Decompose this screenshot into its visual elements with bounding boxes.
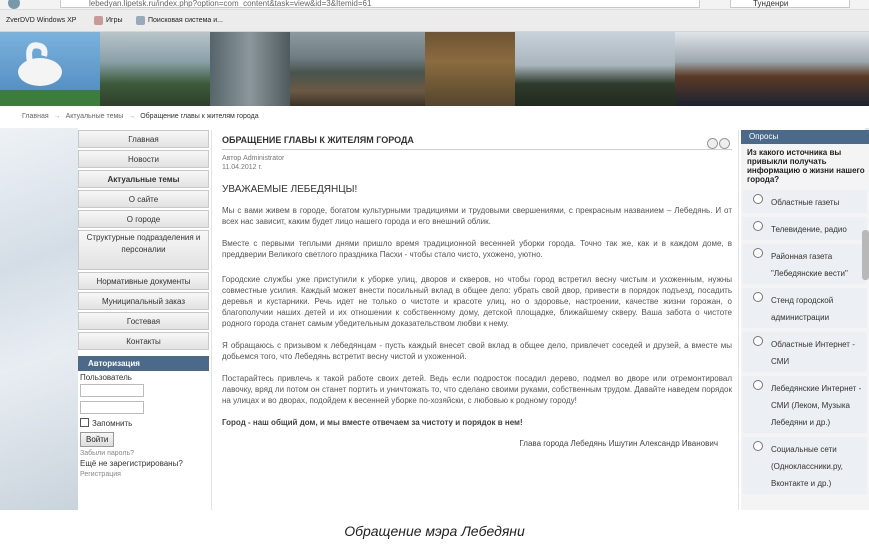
poll-option[interactable]: Областные Интернет - СМИ xyxy=(743,332,867,372)
password-input[interactable] xyxy=(80,401,144,414)
breadcrumb-section[interactable]: Актуальные темы xyxy=(66,113,124,120)
article-tools xyxy=(706,136,730,154)
banner-photo-park xyxy=(100,32,210,106)
remember-row[interactable]: Запомнить xyxy=(80,418,210,428)
menu-item-guestbook[interactable]: Гостевая xyxy=(78,312,209,330)
menu-item-documents[interactable]: Нормативные документы xyxy=(78,272,209,290)
article-salutation: УВАЖАЕМЫЕ ЛЕБЕДЯНЦЫ! xyxy=(222,184,358,195)
poll-question: Из какого источника вы привыкли получать… xyxy=(747,148,865,184)
poll-option-label: Стенд городской администрации xyxy=(771,296,834,322)
breadcrumb-home[interactable]: Главная xyxy=(22,113,49,120)
bookmark-search-engine[interactable]: Поисковая система и... xyxy=(148,17,223,24)
auth-form: Пользователь Запомнить Войти Забыли паро… xyxy=(78,371,210,478)
radio-button[interactable] xyxy=(753,380,763,390)
main-menu: Главная Новости Актуальные темы О сайте … xyxy=(78,130,210,350)
url-field[interactable]: lebedyan.lipetsk.ru/index.php?option=com… xyxy=(60,0,700,8)
city-coat-of-arms-logo[interactable] xyxy=(0,32,100,106)
banner-photo-river xyxy=(290,32,425,106)
poll-option[interactable]: Социальные сети (Одноклассники.ру, Вконт… xyxy=(743,437,867,494)
article-paragraph: Городские службы уже приступили к уборке… xyxy=(222,275,732,328)
poll-option[interactable]: Районная газета "Лебедянские вести" xyxy=(743,244,867,284)
pdf-icon[interactable] xyxy=(707,138,718,149)
menu-item-departments[interactable]: Структурные подразделения и персоналии xyxy=(78,230,209,270)
address-bar: lebedyan.lipetsk.ru/index.php?option=com… xyxy=(0,0,869,10)
menu-item-contacts[interactable]: Контакты xyxy=(78,332,209,350)
auth-title: Авторизация xyxy=(78,356,209,371)
poll-option-label: Областные газеты xyxy=(771,198,840,207)
poll-option-label: Телевидение, радио xyxy=(771,225,847,234)
poll-option-label: Областные Интернет - СМИ xyxy=(771,340,855,366)
menu-item-about-city[interactable]: О городе xyxy=(78,210,209,228)
poll-option-label: Лебедянские Интернет - СМИ (Леком, Музык… xyxy=(771,384,862,427)
remember-checkbox[interactable] xyxy=(80,418,89,427)
poll-option-label: Социальные сети (Одноклассники.ру, Вконт… xyxy=(771,445,843,488)
site-banner xyxy=(0,32,869,106)
print-icon[interactable] xyxy=(719,138,730,149)
poll-title: Опросы xyxy=(741,130,869,144)
poll-option-label: Районная газета "Лебедянские вести" xyxy=(771,252,848,278)
article-closing: Город - наш общий дом, и мы вместе отвеч… xyxy=(222,418,523,427)
radio-button[interactable] xyxy=(753,336,763,346)
radio-button[interactable] xyxy=(753,221,763,231)
poll-panel: Опросы Из какого источника вы привыкли п… xyxy=(741,130,869,510)
username-label: Пользователь xyxy=(80,373,132,382)
article-title: ОБРАЩЕНИЕ ГЛАВЫ К ЖИТЕЛЯМ ГОРОДА xyxy=(222,135,732,150)
forgot-password-link[interactable]: Забыли пароль? xyxy=(80,450,210,457)
article-paragraph: Мы с вами живем в городе, богатом культу… xyxy=(222,206,732,226)
article-paragraph: Я обращаюсь с призывом к лебедянцам - пу… xyxy=(222,341,732,361)
poll-option[interactable]: Областные газеты xyxy=(743,190,867,213)
scrollbar-thumb[interactable] xyxy=(862,230,869,280)
register-link[interactable]: Регистрация xyxy=(80,471,210,478)
not-registered-link[interactable]: Ещё не зарегистрированы? xyxy=(80,459,210,468)
menu-item-about-site[interactable]: О сайте xyxy=(78,190,209,208)
bookmark-zverdvd[interactable]: ZverDVD Windows XP xyxy=(6,17,76,24)
poll-option[interactable]: Телевидение, радио xyxy=(743,217,867,240)
poll-option[interactable]: Стенд городской администрации xyxy=(743,288,867,328)
remember-label: Запомнить xyxy=(92,419,133,428)
menu-item-home[interactable]: Главная xyxy=(78,130,209,148)
background-snow-left xyxy=(0,128,78,510)
breadcrumb-separator: → xyxy=(53,113,61,120)
left-column: Главная Новости Актуальные темы О сайте … xyxy=(78,130,210,510)
bookmark-games[interactable]: Игры xyxy=(106,17,123,24)
banner-photo-trees xyxy=(425,32,515,106)
browser-search-field[interactable]: Тунденри xyxy=(730,0,850,8)
breadcrumb: Главная → Актуальные темы → Обращение гл… xyxy=(0,106,869,128)
banner-photo-monastery xyxy=(515,32,675,106)
figure-caption: Обращение мэра Лебедяни xyxy=(344,523,525,539)
radio-button[interactable] xyxy=(753,248,763,258)
radio-button[interactable] xyxy=(753,194,763,204)
article-signature: Глава города Лебедянь Ишутин Александр И… xyxy=(519,439,718,448)
article-date: 11.04.2012 г. xyxy=(222,164,263,171)
article-paragraph: Вместе с первыми теплыми днями пришло вр… xyxy=(222,239,732,259)
search-engine-icon xyxy=(136,16,145,25)
screenshot: lebedyan.lipetsk.ru/index.php?option=com… xyxy=(0,0,869,510)
article-paragraph: Постарайтесь привлечь к такой работе сво… xyxy=(222,374,732,405)
breadcrumb-separator: → xyxy=(128,113,136,120)
radio-button[interactable] xyxy=(753,292,763,302)
login-button[interactable]: Войти xyxy=(80,432,115,447)
games-icon xyxy=(94,16,103,25)
poll-option[interactable]: Лебедянские Интернет - СМИ (Леком, Музык… xyxy=(743,376,867,433)
breadcrumb-current: Обращение главы к жителям города xyxy=(140,113,259,120)
menu-item-topics[interactable]: Актуальные темы xyxy=(78,170,209,188)
radio-button[interactable] xyxy=(753,441,763,451)
article-author: Автор Administrator xyxy=(222,155,285,162)
banner-photo-street xyxy=(210,32,290,106)
menu-item-municipal-order[interactable]: Муниципальный заказ xyxy=(78,292,209,310)
article: ОБРАЩЕНИЕ ГЛАВЫ К ЖИТЕЛЯМ ГОРОДА Автор A… xyxy=(211,130,739,510)
username-input[interactable] xyxy=(80,384,144,397)
banner-photo-square xyxy=(675,32,869,106)
menu-item-news[interactable]: Новости xyxy=(78,150,209,168)
back-icon[interactable] xyxy=(8,0,20,9)
bookmarks-bar: ZverDVD Windows XP Игры Поисковая систем… xyxy=(0,10,869,32)
